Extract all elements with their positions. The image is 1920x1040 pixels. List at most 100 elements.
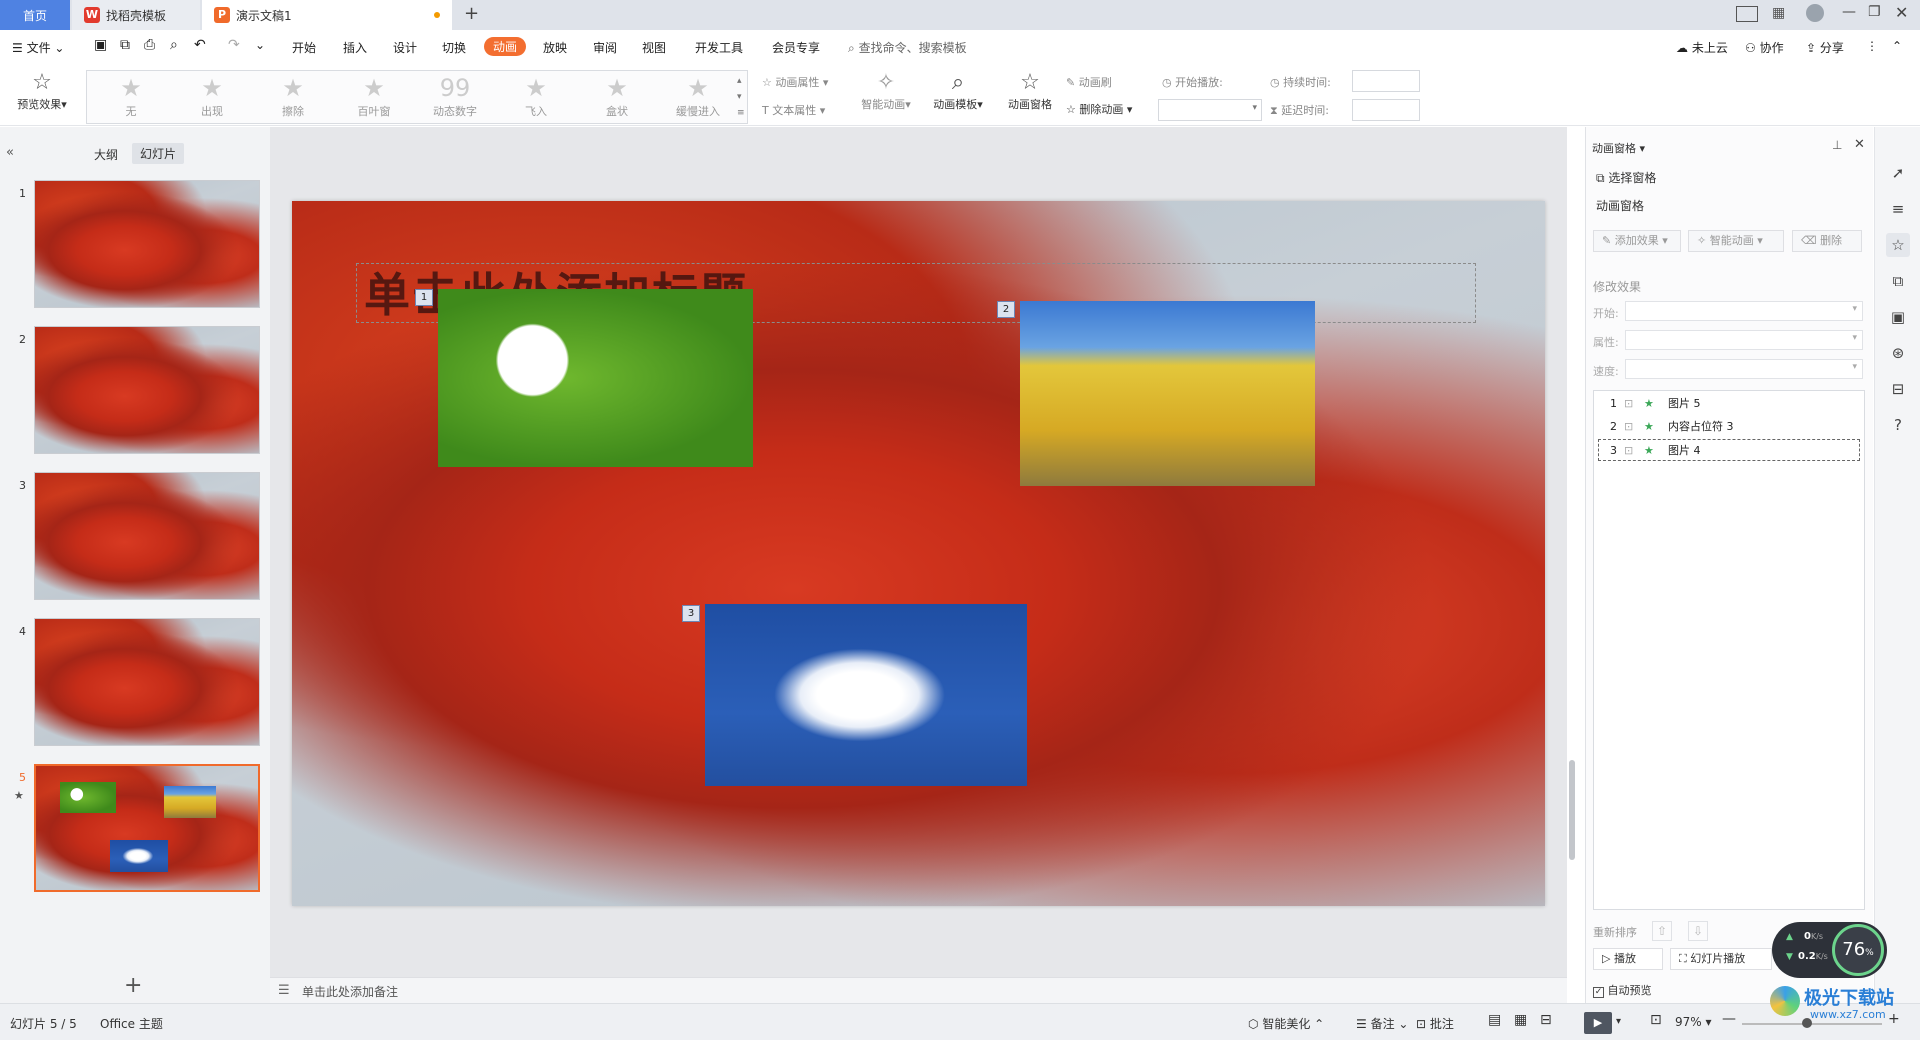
effect-wipe[interactable]: ★ 擦除 (253, 73, 333, 119)
menu-slideshow[interactable]: 放映 (543, 39, 567, 56)
speed-select[interactable]: ▾ (1625, 359, 1863, 379)
print-icon[interactable]: ⎙ (144, 37, 155, 53)
play-button[interactable]: ▷ 播放 (1593, 948, 1663, 970)
smart-animation-button[interactable]: ✧ 智能动画▾ (854, 70, 918, 112)
more-options-icon[interactable]: ⋮ (1866, 39, 1878, 53)
tab-daoke-templates[interactable]: W 找稻壳模板 (72, 0, 200, 30)
add-effect-button[interactable]: ✎ 添加效果 ▾ (1593, 230, 1681, 252)
restore-icon[interactable]: ❐ (1868, 4, 1881, 20)
animation-brush-button[interactable]: ✎ 动画刷 (1066, 74, 1112, 90)
text-attr-button[interactable]: T 文本属性 ▾ (762, 102, 825, 118)
cloud-status-button[interactable]: ☁ 未上云 (1676, 39, 1728, 56)
command-search[interactable]: ⌕ 查找命令、搜索模板 (848, 39, 967, 56)
theme-name[interactable]: Office 主题 (100, 1015, 163, 1032)
pane-header[interactable]: 动画窗格 ▾ (1592, 140, 1645, 156)
effect-none[interactable]: ★ 无 (91, 73, 171, 119)
effect-appear[interactable]: ★ 出现 (172, 73, 252, 119)
print-preview-icon[interactable]: ⌕ (170, 37, 178, 53)
menu-transition[interactable]: 切换 (442, 39, 466, 56)
notes-toggle-button[interactable]: ☰ 备注 ⌄ (1356, 1015, 1408, 1032)
effect-fly-in[interactable]: ★ 飞入 (496, 73, 576, 119)
zoom-out-icon[interactable]: — (1722, 1011, 1736, 1027)
smart-beautify-button[interactable]: ⬡ 智能美化 ⌃ (1248, 1015, 1324, 1032)
delete-effect-button[interactable]: ⌫ 删除 (1792, 230, 1862, 252)
move-down-icon[interactable]: ⇩ (1688, 921, 1708, 941)
duration-input[interactable] (1352, 70, 1420, 92)
animation-list-item[interactable]: 3 ⊡ ★ 图片 4 (1598, 439, 1860, 461)
close-pane-icon[interactable]: ✕ (1854, 137, 1865, 152)
avatar[interactable] (1806, 4, 1824, 22)
tab-presentation[interactable]: P 演示文稿1 (202, 0, 452, 30)
menu-insert[interactable]: 插入 (343, 39, 367, 56)
animation-star-icon[interactable]: ☆ (1886, 233, 1910, 257)
save-icon[interactable]: ▣ (94, 37, 107, 53)
slide-thumbnail-1[interactable]: 1 (0, 177, 270, 308)
animation-order-tag[interactable]: 2 (997, 301, 1015, 318)
animation-order-tag[interactable]: 1 (415, 289, 433, 306)
tab-outline[interactable]: 大纲 (94, 146, 118, 163)
slide-5[interactable]: 单击此处添加标题 1 2 3 (292, 201, 1545, 906)
slide-thumbnail-2[interactable]: 2 (0, 323, 270, 454)
effect-blinds[interactable]: ★ 百叶窗 (334, 73, 414, 119)
menu-start[interactable]: 开始 (292, 39, 316, 56)
help-icon[interactable]: ? (1886, 413, 1910, 437)
sliders-icon[interactable]: ≡ (1886, 197, 1910, 221)
preview-effect-button[interactable]: ☆ 预览效果▾ (10, 70, 74, 112)
tab-slides[interactable]: 幻灯片 (132, 143, 185, 164)
menu-member[interactable]: 会员专享 (772, 39, 820, 56)
ginkgo-picture[interactable] (1020, 301, 1315, 486)
new-tab-button[interactable]: + (464, 3, 479, 24)
animation-list-item[interactable]: 1 ⊡ ★ 图片 5 (1598, 393, 1860, 415)
pin-icon[interactable]: ⊥ (1832, 138, 1842, 152)
tab-home[interactable]: 首页 (0, 0, 70, 30)
menu-design[interactable]: 设计 (393, 39, 417, 56)
collaborate-button[interactable]: ⚇ 协作 (1745, 39, 1784, 56)
undo-icon[interactable]: ↶ (194, 37, 206, 53)
fit-window-icon[interactable]: ⊡ (1650, 1012, 1662, 1028)
effect-slow-in[interactable]: ★ 缓慢进入 (658, 73, 738, 119)
comments-button[interactable]: ⊡ 批注 (1416, 1015, 1454, 1032)
vertical-scrollbar[interactable] (1567, 140, 1577, 900)
copy-icon[interactable]: ⧉ (1886, 269, 1910, 293)
slideshow-button[interactable]: ⛶ 幻灯片播放 (1670, 948, 1772, 970)
delete-animation-button[interactable]: ☆ 删除动画 ▾ (1066, 101, 1132, 117)
slide-thumbnail-5[interactable]: 5 ★ (0, 761, 270, 892)
play-slideshow-button[interactable]: ▶ (1584, 1012, 1612, 1034)
start-select[interactable]: ▾ (1625, 301, 1863, 321)
effect-box[interactable]: ★ 盒状 (577, 73, 657, 119)
menu-developer[interactable]: 开发工具 (695, 39, 743, 56)
sorter-view-icon[interactable]: ▦ (1514, 1012, 1527, 1028)
share-button[interactable]: ⇪ 分享 (1806, 39, 1844, 56)
daisy-picture[interactable] (438, 289, 753, 467)
quick-access-more-icon[interactable]: ⌄ (255, 38, 265, 52)
effect-dynamic-number[interactable]: 99 动态数字 (415, 73, 495, 119)
slide-thumbnail-4[interactable]: 4 (0, 615, 270, 746)
location-icon[interactable]: ⊛ (1886, 341, 1910, 365)
image-icon[interactable]: ▣ (1886, 305, 1910, 329)
redo-icon[interactable]: ↷ (228, 37, 240, 53)
delay-input[interactable] (1352, 99, 1420, 121)
close-window-icon[interactable]: ✕ (1895, 3, 1908, 22)
select-pane-button[interactable]: ⧉ 选择窗格 (1596, 169, 1656, 186)
collapse-panel-icon[interactable]: « (6, 145, 14, 160)
animation-order-tag[interactable]: 3 (682, 605, 700, 622)
attr-select[interactable]: ▾ (1625, 330, 1863, 350)
file-menu[interactable]: ☰ 文件 ⌄ (12, 39, 64, 56)
auto-preview-checkbox[interactable]: ✓ 自动预览 (1593, 982, 1652, 998)
reading-view-icon[interactable]: ⊟ (1540, 1012, 1552, 1028)
rocket-icon[interactable]: ➚ (1886, 161, 1910, 185)
book-icon[interactable]: ⊟ (1886, 377, 1910, 401)
animation-template-button[interactable]: ⌕ 动画模板▾ (926, 70, 990, 112)
menu-review[interactable]: 审阅 (593, 39, 617, 56)
scrollbar-thumb[interactable] (1569, 760, 1575, 860)
move-up-icon[interactable]: ⇧ (1652, 921, 1672, 941)
animation-list-item[interactable]: 2 ⊡ ★ 内容占位符 3 (1598, 416, 1860, 438)
normal-view-icon[interactable]: ▤ (1488, 1012, 1501, 1028)
animation-pane-button[interactable]: ☆ 动画窗格 (1000, 70, 1060, 112)
grid-apps-icon[interactable]: ▦ (1772, 5, 1785, 21)
minimize-icon[interactable]: — (1842, 4, 1856, 20)
start-play-select[interactable]: ▾ (1158, 99, 1262, 121)
collapse-ribbon-icon[interactable]: ⌃ (1892, 39, 1902, 53)
play-options-icon[interactable]: ▾ (1616, 1016, 1621, 1027)
export-icon[interactable]: ⧉ (120, 37, 130, 53)
